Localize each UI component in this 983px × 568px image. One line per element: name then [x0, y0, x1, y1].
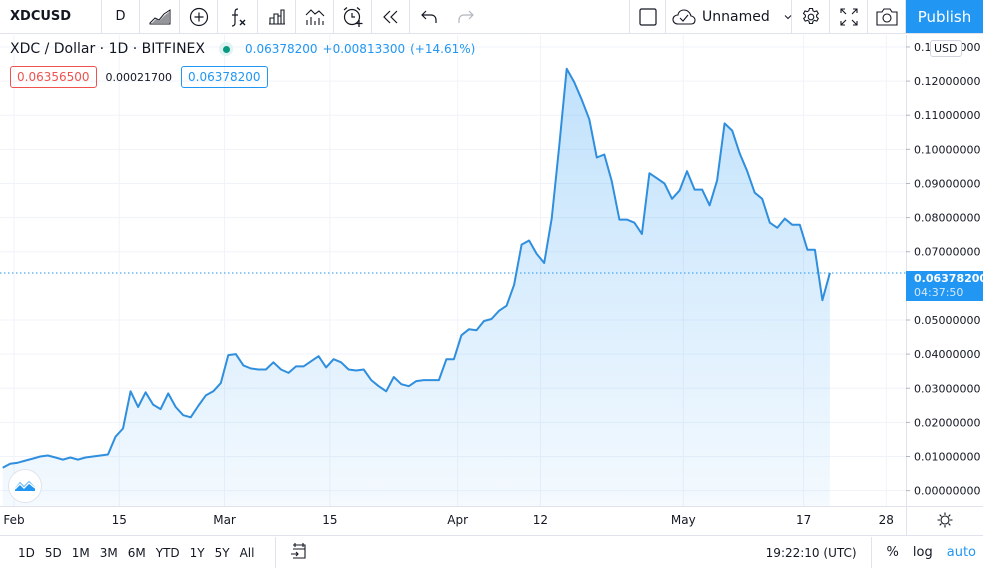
range-5d-button[interactable]: 5D — [40, 546, 67, 560]
spread-value: 0.00021700 — [105, 70, 173, 84]
compare-button[interactable] — [180, 0, 218, 33]
range-ytd-button[interactable]: YTD — [151, 546, 185, 560]
y-tick-label: 0.07000000 — [914, 246, 980, 259]
redo-icon — [457, 10, 474, 24]
rewind-icon — [382, 10, 400, 24]
buy-price-button[interactable]: 0.06378200 — [181, 66, 268, 88]
last-price-value: 0.06378200 — [914, 272, 983, 285]
indicators-button[interactable] — [218, 0, 258, 33]
axis-settings-button[interactable] — [906, 507, 983, 536]
x-tick-label: Apr — [447, 513, 469, 527]
interval-button[interactable]: D — [102, 0, 140, 33]
fullscreen-icon — [839, 7, 858, 26]
x-tick-label: 12 — [532, 513, 549, 527]
redo-button[interactable] — [447, 0, 484, 33]
tradingview-logo-button[interactable] — [8, 469, 42, 503]
alarm-clock-plus-icon — [342, 6, 364, 28]
area-chart-icon — [149, 8, 171, 25]
x-tick-label: 15 — [322, 513, 338, 527]
gear-icon — [801, 7, 821, 27]
currency-badge[interactable]: USD — [930, 40, 962, 57]
legend-values: 0.06378200 +0.00813300 (+14.61%) — [245, 42, 475, 56]
y-tick-label: 0.01000000 — [914, 451, 980, 464]
undo-button[interactable] — [410, 0, 447, 33]
y-tick-label: 0.04000000 — [914, 348, 980, 361]
y-tick-label: 0.09000000 — [914, 177, 980, 190]
square-icon — [638, 7, 657, 26]
range-1d-button[interactable]: 1D — [13, 546, 40, 560]
cloud-check-icon — [672, 8, 696, 25]
y-tick-label: 0.08000000 — [914, 212, 980, 225]
legend-header: XDC / Dollar · 1D · BITFINEX 0.06378200 … — [10, 41, 475, 57]
time-axis[interactable]: Feb 15 Mar 15 Apr 12 May 17 28 — [0, 506, 983, 536]
indicator-templates-icon — [305, 8, 325, 26]
auto-scale-button[interactable]: auto — [940, 545, 983, 560]
chart-style-button[interactable] — [140, 0, 180, 33]
market-status-icon[interactable] — [219, 42, 233, 56]
symbol-search-button[interactable]: XDCUSD — [0, 0, 102, 33]
chart-app: XDCUSD D Unnamed Publish XDC / Dollar · … — [0, 0, 983, 568]
publish-button[interactable]: Publish — [906, 0, 983, 33]
y-tick-label: 0.12000000 — [914, 75, 980, 88]
chevron-down-icon — [784, 14, 792, 20]
publish-label: Publish — [917, 7, 972, 26]
top-toolbar: XDCUSD D Unnamed Publish — [0, 0, 983, 34]
settings-button[interactable] — [792, 0, 830, 33]
range-1y-button[interactable]: 1Y — [185, 546, 210, 560]
calendar-goto-icon — [290, 542, 308, 563]
x-tick-label: 17 — [795, 513, 812, 527]
layout-button[interactable] — [630, 0, 666, 33]
legend-change-pct: (+14.61%) — [410, 42, 476, 56]
x-tick-label: 28 — [878, 513, 894, 527]
range-5y-button[interactable]: 5Y — [210, 546, 235, 560]
bottom-toolbar: 1D 5D 1M 3M 6M YTD 1Y 5Y All 19:22:10 (U… — [0, 537, 983, 568]
log-scale-button[interactable]: log — [906, 545, 940, 560]
sell-price-button[interactable]: 0.06356500 — [10, 66, 97, 88]
range-3m-button[interactable]: 3M — [95, 546, 123, 560]
fx-icon — [228, 7, 248, 27]
indicator-templates-button[interactable] — [296, 0, 334, 33]
y-tick-label: 0.00000000 — [914, 485, 980, 498]
legend-last-price: 0.06378200 — [245, 42, 318, 56]
layout-name-button[interactable]: Unnamed — [666, 0, 792, 33]
y-tick-label: 0.02000000 — [914, 416, 980, 429]
range-1m-button[interactable]: 1M — [67, 546, 95, 560]
legend-title[interactable]: XDC / Dollar · 1D · BITFINEX — [10, 41, 205, 57]
bar-countdown: 04:37:50 — [914, 286, 964, 299]
x-tick-label: Feb — [3, 513, 25, 527]
snapshot-button[interactable] — [868, 0, 906, 33]
alert-button[interactable] — [334, 0, 372, 33]
layout-name: Unnamed — [702, 8, 770, 25]
interval-label: D — [115, 9, 126, 24]
toolbar-spacer — [484, 0, 630, 33]
sun-gear-icon — [937, 512, 953, 532]
y-tick-label: 0.11000000 — [914, 109, 980, 122]
camera-icon — [875, 7, 898, 26]
legend-change: +0.00813300 — [322, 42, 406, 56]
symbol-label: XDCUSD — [10, 9, 72, 24]
clock[interactable]: 19:22:10 (UTC) — [766, 537, 872, 568]
bid-ask-row: 0.06356500 0.00021700 0.06378200 — [10, 66, 268, 88]
x-tick-label: May — [670, 513, 696, 527]
last-price-tag: 0.06378200 04:37:50 — [906, 271, 983, 301]
fullscreen-button[interactable] — [830, 0, 868, 33]
y-tick-label: 0.03000000 — [914, 382, 980, 395]
tradingview-logo-icon — [14, 477, 36, 496]
y-tick-label: 0.05000000 — [914, 314, 980, 327]
y-tick-label: 0.10000000 — [914, 143, 980, 156]
goto-date-button[interactable] — [275, 537, 308, 568]
range-all-button[interactable]: All — [235, 546, 260, 560]
area-fill — [2, 68, 830, 506]
x-tick-label: 15 — [111, 513, 127, 527]
price-chart[interactable] — [0, 35, 906, 506]
plus-circle-icon — [189, 7, 209, 27]
undo-icon — [420, 10, 437, 24]
x-tick-label: Mar — [213, 513, 236, 527]
bar-chart-icon — [268, 8, 286, 25]
replay-button[interactable] — [372, 0, 410, 33]
financials-button[interactable] — [258, 0, 296, 33]
range-6m-button[interactable]: 6M — [123, 546, 151, 560]
percent-scale-button[interactable]: % — [880, 545, 906, 560]
date-range-group: 1D 5D 1M 3M 6M YTD 1Y 5Y All — [0, 546, 259, 560]
